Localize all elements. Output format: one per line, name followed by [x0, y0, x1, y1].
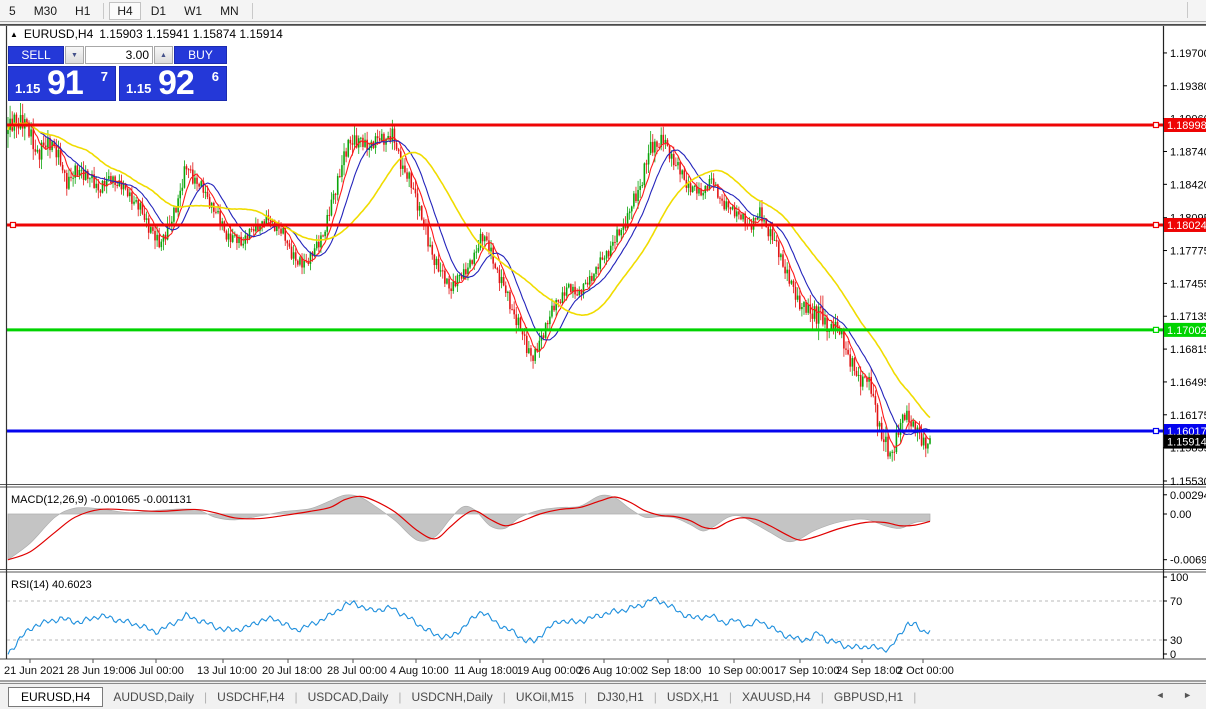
time-tick-label: 2 Oct 00:00	[897, 665, 954, 677]
chart-tab-usdchf[interactable]: USDCHF,H4	[207, 687, 294, 707]
rsi-axis-tick: 70	[1170, 596, 1182, 608]
chart-tab-eurusd[interactable]: EURUSD,H4	[8, 686, 104, 707]
hline-handle[interactable]	[9, 221, 17, 229]
sell-button[interactable]: SELL	[8, 46, 64, 64]
time-tick-label: 28 Jun 19:00	[67, 665, 131, 677]
time-tick-label: 10 Sep 00:00	[708, 665, 773, 677]
timeframe-button-w1[interactable]: W1	[176, 2, 210, 20]
toolbar-separator	[251, 2, 253, 19]
buy-price-pip: 6	[211, 69, 219, 84]
chart-symbol: EURUSD,H4	[23, 27, 94, 41]
time-tick-label: 4 Aug 10:00	[390, 665, 449, 677]
hline-handle[interactable]	[1152, 326, 1160, 333]
time-tick-label: 19 Aug 00:00	[517, 665, 582, 677]
price-line-label: 1.17002	[1167, 325, 1206, 337]
timeframe-button-h1[interactable]: H1	[67, 2, 98, 20]
chart-tab-usdcnh[interactable]: USDCNH,Daily	[401, 687, 502, 707]
rsi-axis-tick: 30	[1170, 635, 1182, 647]
price-tick: 1.19380	[1170, 81, 1206, 93]
buy-price-prefix: 1.15	[126, 81, 152, 96]
chart-tab-dj30[interactable]: DJ30,H1	[587, 687, 654, 707]
rsi-axis-tick: 0	[1170, 649, 1176, 661]
price-line-label: 1.18024	[1167, 220, 1206, 232]
quote-row: 1.15 91 7 1.15 92 6	[8, 64, 227, 102]
rsi-label: RSI(14) 40.6023	[11, 579, 92, 591]
time-tick-label: 11 Aug 18:00	[454, 665, 518, 677]
hline-handle[interactable]	[1152, 427, 1160, 435]
buy-price-big: 92	[158, 64, 195, 102]
mt4-terminal: { "toolbar": { "items": ["5","M30","H1",…	[0, 0, 1206, 709]
price-tick: 1.17455	[1170, 278, 1206, 290]
chart-ohlc-values: 1.15903 1.15941 1.15874 1.15914	[99, 27, 283, 41]
chart-tab-xauusd[interactable]: XAUUSD,H4	[732, 687, 821, 707]
sell-price-big: 91	[47, 64, 84, 102]
chart-tab-gbpusd[interactable]: GBPUSD,H1	[824, 687, 913, 707]
collapse-trade-panel-icon[interactable]: ▲	[10, 30, 18, 39]
price-tick: 1.17135	[1170, 311, 1206, 323]
time-tick-label: 24 Sep 18:00	[836, 665, 901, 677]
chart-tab-usdcad[interactable]: USDCAD,Daily	[298, 687, 399, 707]
time-tick-label: 6 Jul 00:00	[130, 665, 184, 677]
macd-axis-tick: -0.00699	[1170, 555, 1206, 567]
timeframe-button-mn[interactable]: MN	[212, 2, 247, 20]
timeframe-toolbar: 5 M30 H1 H4 D1 W1 MN	[0, 0, 1206, 22]
timeframe-button-5[interactable]: 5	[1, 2, 24, 20]
toolbar-separator	[1187, 2, 1188, 18]
time-tick-label: 17 Sep 10:00	[774, 665, 839, 677]
price-tick: 1.16495	[1170, 377, 1206, 389]
chart-tab-audusd[interactable]: AUDUSD,Daily	[103, 687, 204, 707]
chart-tab-usdx[interactable]: USDX,H1	[657, 687, 729, 707]
chart-title: ▲ EURUSD,H4 1.15903 1.15941 1.15874 1.15…	[10, 27, 283, 41]
sell-price-pip: 7	[100, 69, 108, 84]
tab-separator: |	[913, 689, 917, 704]
price-tick: 1.19700	[1170, 48, 1206, 60]
price-line-label: 1.18998	[1167, 120, 1206, 132]
time-tick-label: 13 Jul 10:00	[197, 665, 257, 677]
time-tick-label: 20 Jul 18:00	[262, 665, 322, 677]
hline-handle[interactable]	[1152, 221, 1160, 229]
timeframe-button-m30[interactable]: M30	[26, 2, 65, 20]
chart-canvas[interactable]: 1.197001.193801.190601.187401.184201.180…	[0, 25, 1206, 682]
chart-tab-ukoil[interactable]: UKOil,M15	[506, 687, 584, 707]
one-click-trading-panel: SELL ▼ ▲ BUY 1.15 91 7 1.15 92 6	[8, 46, 227, 102]
price-tick: 1.16175	[1170, 410, 1206, 422]
sell-quote-box[interactable]: 1.15 91 7	[8, 64, 116, 102]
buy-quote-box[interactable]: 1.15 92 6	[119, 64, 227, 102]
macd-label: MACD(12,26,9) -0.001065 -0.001131	[11, 494, 192, 506]
volume-increase-button[interactable]: ▲	[154, 46, 173, 64]
hline-handle[interactable]	[1152, 121, 1160, 129]
macd-axis-tick: 0.00294	[1170, 490, 1206, 502]
price-tick: 1.18740	[1170, 146, 1206, 158]
tab-scroll-arrows[interactable]: ◄ ►	[1156, 690, 1200, 700]
volume-decrease-button[interactable]: ▼	[65, 46, 84, 64]
time-tick-label: 21 Jun 2021	[4, 665, 65, 677]
chart-tab-bar: EURUSD,H4 AUDUSD,Daily | USDCHF,H4 | USDCAD,D…	[0, 683, 1206, 709]
price-tick: 1.18420	[1170, 179, 1206, 191]
time-tick-label: 26 Aug 10:00	[578, 665, 643, 677]
trade-controls-row: SELL ▼ ▲ BUY	[8, 46, 227, 64]
timeframe-button-d1[interactable]: D1	[143, 2, 174, 20]
toolbar-separator	[103, 2, 105, 19]
timeframe-button-h4[interactable]: H4	[109, 1, 141, 20]
buy-button[interactable]: BUY	[174, 46, 227, 64]
rsi-axis-tick: 100	[1170, 572, 1188, 584]
sell-price-prefix: 1.15	[15, 81, 41, 96]
volume-input[interactable]	[85, 46, 153, 64]
price-line-label: 1.15914	[1167, 437, 1206, 449]
chart-area[interactable]: 1.197001.193801.190601.187401.184201.180…	[0, 25, 1206, 682]
price-tick: 1.17775	[1170, 246, 1206, 258]
time-tick-label: 2 Sep 18:00	[642, 665, 701, 677]
time-tick-label: 28 Jul 00:00	[327, 665, 387, 677]
macd-axis-tick: 0.00	[1170, 509, 1191, 521]
price-tick: 1.16815	[1170, 344, 1206, 356]
price-tick: 1.15530	[1170, 476, 1206, 488]
